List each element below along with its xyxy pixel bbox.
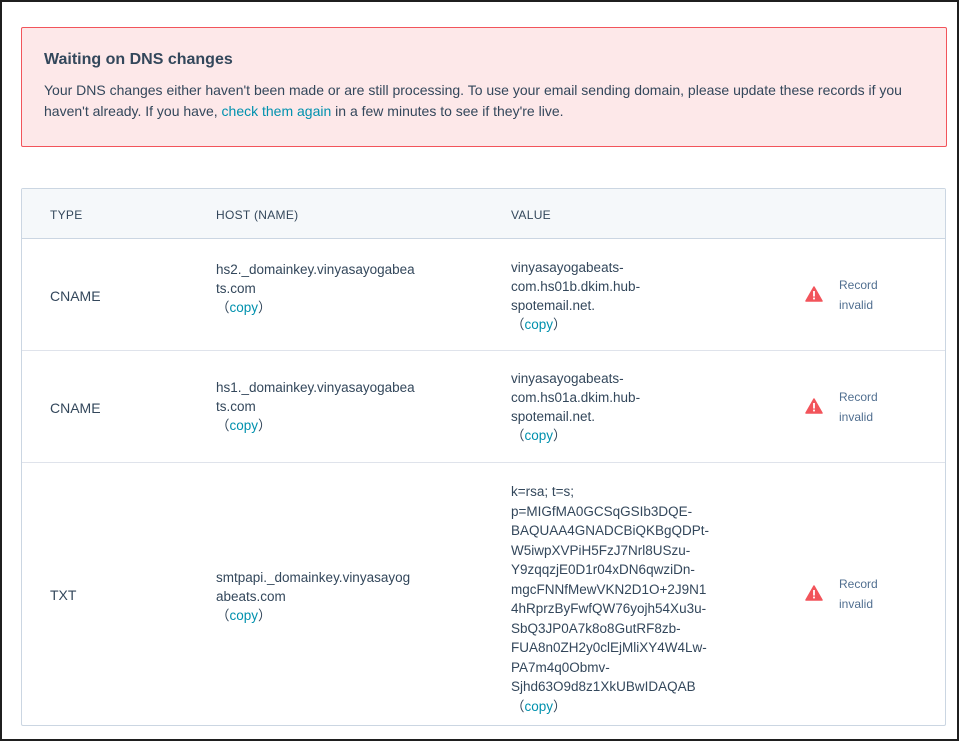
record-value: k=rsa; t=s; p=MIGfMA0GCSqGSIb3DQE- BAQUA… — [511, 482, 771, 716]
value-line: Sjhd63O9d8z1XkUBwIDAQAB — [511, 679, 696, 694]
value-line: spotemail.net. — [511, 409, 596, 424]
status-label-line: invalid — [839, 597, 874, 611]
record-value: vinyasayogabeats- com.hs01a.dkim.hub- sp… — [511, 369, 771, 445]
host-line: ts.com — [216, 281, 256, 296]
value-copy: （copy） — [511, 315, 771, 334]
paren-close: ） — [258, 300, 272, 315]
paren-open: （ — [511, 317, 525, 332]
paren-close: ） — [258, 608, 272, 623]
paren-close: ） — [553, 317, 567, 332]
host-line: hs1._domainkey.vinyasayogabea — [216, 380, 415, 395]
status-label-line: Record — [839, 390, 878, 404]
value-copy: （copy） — [511, 697, 771, 717]
paren-open: （ — [511, 428, 525, 443]
copy-value-link[interactable]: copy — [525, 428, 554, 443]
value-line: SbQ3JP0A7k8o8GutRF8zb- — [511, 620, 681, 636]
record-host: hs1._domainkey.vinyasayogabea ts.com （co… — [216, 378, 476, 435]
record-status: Record invalid — [805, 574, 915, 614]
copy-value-link[interactable]: copy — [525, 699, 554, 714]
status-label: Record invalid — [839, 387, 899, 427]
record-status: Record invalid — [805, 275, 915, 315]
value-line: vinyasayogabeats- — [511, 371, 624, 386]
record-status: Record invalid — [805, 387, 915, 427]
column-header-host: HOST (NAME) — [216, 208, 299, 222]
value-line: 4hRprzByFwfQW76yojh54Xu3u- — [511, 601, 707, 616]
column-header-value: VALUE — [511, 208, 551, 222]
value-line: Y9zqqzjE0D1r04xDN6qwziDn- — [511, 562, 695, 577]
paren-open: （ — [511, 698, 525, 714]
table-row: CNAME hs1._domainkey.vinyasayogabea ts.c… — [22, 351, 945, 463]
column-header-type: TYPE — [50, 208, 83, 222]
value-line: k=rsa; t=s; — [511, 484, 575, 499]
value-copy: （copy） — [511, 426, 771, 445]
status-label-line: Record — [839, 278, 878, 292]
alert-message: Your DNS changes either haven't been mad… — [44, 80, 924, 122]
record-host: smtpapi._domainkey.vinyasayog abeats.com… — [216, 568, 476, 625]
record-type: CNAME — [50, 400, 101, 416]
table-row: TXT smtpapi._domainkey.vinyasayog abeats… — [22, 463, 945, 725]
status-label: Record invalid — [839, 275, 899, 315]
status-label-line: invalid — [839, 298, 874, 312]
table-row: CNAME hs2._domainkey.vinyasayogabea ts.c… — [22, 239, 945, 351]
paren-open: （ — [216, 608, 230, 623]
value-line: com.hs01b.dkim.hub- — [511, 279, 641, 294]
value-line: spotemail.net. — [511, 298, 596, 313]
copy-value-link[interactable]: copy — [525, 317, 554, 332]
paren-open: （ — [216, 300, 230, 315]
check-again-link[interactable]: check them again — [222, 103, 332, 119]
host-copy: （copy） — [216, 606, 476, 625]
alert-title: Waiting on DNS changes — [44, 51, 233, 68]
record-type: CNAME — [50, 288, 101, 304]
alert-text-after-link: in a few minutes to see if they're live. — [331, 103, 564, 119]
status-label: Record invalid — [839, 574, 899, 614]
host-line: hs2._domainkey.vinyasayogabea — [216, 262, 415, 277]
warning-triangle-icon — [805, 585, 823, 601]
host-copy: （copy） — [216, 298, 476, 317]
warning-triangle-icon — [805, 286, 823, 302]
paren-close: ） — [553, 428, 567, 443]
record-type: TXT — [50, 587, 77, 603]
value-line: mgcFNNfMewVKN2D1O+2J9N1 — [511, 581, 707, 597]
status-label-line: invalid — [839, 410, 874, 424]
host-line: ts.com — [216, 399, 256, 414]
paren-close: ） — [258, 418, 272, 433]
copy-host-link[interactable]: copy — [230, 418, 259, 433]
copy-host-link[interactable]: copy — [230, 608, 259, 623]
dns-alert-banner: Waiting on DNS changes Your DNS changes … — [21, 27, 947, 147]
value-line: W5iwpXVPiH5FzJ7Nrl8USzu- — [511, 542, 691, 558]
value-line: PA7m4q0Obmv- — [511, 659, 610, 675]
value-line: FUA8n0ZH2y0clEjMliXY4W4Lw- — [511, 640, 707, 655]
host-line: smtpapi._domainkey.vinyasayog — [216, 570, 411, 585]
value-line: vinyasayogabeats- — [511, 260, 624, 275]
paren-open: （ — [216, 418, 230, 433]
value-line: BAQUAA4GNADCBiQKBgQDPt- — [511, 523, 710, 538]
host-copy: （copy） — [216, 416, 476, 435]
status-label-line: Record — [839, 577, 878, 591]
record-host: hs2._domainkey.vinyasayogabea ts.com （co… — [216, 260, 476, 317]
dns-records-panel: Waiting on DNS changes Your DNS changes … — [0, 0, 959, 741]
dns-records-table: TYPE HOST (NAME) VALUE CNAME hs2._domain… — [21, 188, 946, 726]
record-value: vinyasayogabeats- com.hs01b.dkim.hub- sp… — [511, 258, 771, 334]
value-line: com.hs01a.dkim.hub- — [511, 390, 641, 405]
copy-host-link[interactable]: copy — [230, 300, 259, 315]
value-line: p=MIGfMA0GCSqGSIb3DQE- — [511, 503, 693, 519]
table-header: TYPE HOST (NAME) VALUE — [22, 189, 945, 239]
host-line: abeats.com — [216, 589, 286, 604]
paren-close: ） — [553, 698, 567, 714]
warning-triangle-icon — [805, 398, 823, 414]
